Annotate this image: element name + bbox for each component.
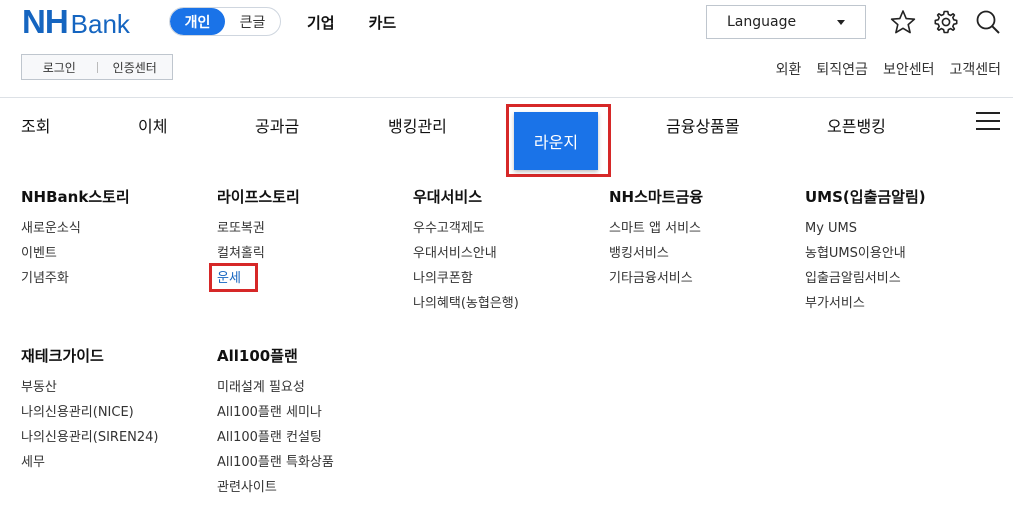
list-item[interactable]: 농협UMS이용안내 <box>805 241 926 266</box>
menu-heading[interactable]: 우대서비스 <box>413 187 519 207</box>
language-select[interactable]: Language <box>706 5 866 39</box>
menu-col-preferred-service: 우대서비스 우수고객제도 우대서비스안내 나의쿠폰함 나의혜택(농협은행) <box>413 187 519 316</box>
main-nav-financial-products[interactable]: 금융상품몰 <box>666 113 740 137</box>
gear-icon[interactable] <box>933 9 959 35</box>
list-item[interactable]: 관련사이트 <box>217 475 334 500</box>
list-item[interactable]: 기타금융서비스 <box>609 266 703 291</box>
list-item[interactable]: 미래설계 필요성 <box>217 375 334 400</box>
utility-forex[interactable]: 외환 <box>776 59 802 79</box>
menu-item-news[interactable]: 새로운소식 <box>21 216 130 241</box>
menu-item-coin[interactable]: 기념주화 <box>21 266 130 291</box>
menu-item-lotto[interactable]: 로또복권 <box>217 216 300 241</box>
menu-heading[interactable]: 재테크가이드 <box>21 346 159 366</box>
list-item[interactable]: 뱅킹서비스 <box>609 241 703 266</box>
utility-links: 외환 퇴직연금 보안센터 고객센터 <box>776 59 1001 79</box>
caret-down-icon <box>837 20 845 25</box>
language-label: Language <box>727 14 797 30</box>
utility-security-center[interactable]: 보안센터 <box>883 59 935 79</box>
utility-customer-center[interactable]: 고객센터 <box>949 59 1001 79</box>
main-nav-banking-management[interactable]: 뱅킹관리 <box>388 113 447 137</box>
main-nav-transfer[interactable]: 이체 <box>138 113 167 137</box>
utility-pension[interactable]: 퇴직연금 <box>816 59 868 79</box>
menu-col-ums: UMS(입출금알림) My UMS 농협UMS이용안내 입출금알림서비스 부가서… <box>805 187 926 316</box>
list-item[interactable]: 세무 <box>21 450 159 475</box>
auth-box: 로그인 인증센터 <box>21 54 173 80</box>
login-button[interactable]: 로그인 <box>22 59 97 76</box>
main-nav-open-banking[interactable]: 오픈뱅킹 <box>827 113 886 137</box>
list-item[interactable]: 우수고객제도 <box>413 216 519 241</box>
logo-bank: Bank <box>70 9 130 39</box>
menu-heading[interactable]: NHBank스토리 <box>21 187 130 207</box>
logo-nh: NH <box>22 3 69 40</box>
list-item[interactable]: 스마트 앱 서비스 <box>609 216 703 241</box>
top-nav-corporate[interactable]: 기업 <box>307 12 335 33</box>
list-item[interactable]: 부동산 <box>21 375 159 400</box>
menu-heading[interactable]: NH스마트금융 <box>609 187 703 207</box>
menu-col-nhbank-story: NHBank스토리 새로운소식 이벤트 기념주화 <box>21 187 130 291</box>
list-item[interactable]: My UMS <box>805 216 926 241</box>
menu-heading[interactable]: All100플랜 <box>217 346 334 366</box>
top-nav-card[interactable]: 카드 <box>369 12 397 33</box>
menu-col-smart-finance: NH스마트금융 스마트 앱 서비스 뱅킹서비스 기타금융서비스 <box>609 187 703 291</box>
main-nav-inquiry[interactable]: 조회 <box>21 113 50 137</box>
list-item[interactable]: 나의혜택(농협은행) <box>413 291 519 316</box>
hamburger-icon[interactable] <box>976 112 1000 132</box>
list-item[interactable]: 우대서비스안내 <box>413 241 519 266</box>
segment-personal[interactable]: 개인 <box>170 8 225 35</box>
list-item[interactable]: All100플랜 세미나 <box>217 400 334 425</box>
list-item[interactable]: 나의신용관리(SIREN24) <box>21 425 159 450</box>
nh-bank-logo[interactable]: NH Bank <box>22 3 130 40</box>
personal-largefont-toggle: 개인 큰글 <box>169 7 281 36</box>
list-item[interactable]: 입출금알림서비스 <box>805 266 926 291</box>
list-item[interactable]: 부가서비스 <box>805 291 926 316</box>
header-divider <box>0 97 1013 98</box>
main-nav-utility-bills[interactable]: 공과금 <box>255 113 299 137</box>
menu-col-finance-guide: 재테크가이드 부동산 나의신용관리(NICE) 나의신용관리(SIREN24) … <box>21 346 159 475</box>
list-item[interactable]: All100플랜 컨설팅 <box>217 425 334 450</box>
cert-center-button[interactable]: 인증센터 <box>98 59 173 76</box>
list-item[interactable]: All100플랜 특화상품 <box>217 450 334 475</box>
search-icon[interactable] <box>975 9 1001 35</box>
fortune-highlight-box <box>209 263 258 292</box>
list-item[interactable]: 나의쿠폰함 <box>413 266 519 291</box>
segment-large-font[interactable]: 큰글 <box>225 8 280 35</box>
menu-col-all100-plan: All100플랜 미래설계 필요성 All100플랜 세미나 All100플랜 … <box>217 346 334 500</box>
menu-heading[interactable]: 라이프스토리 <box>217 187 300 207</box>
star-icon[interactable] <box>890 9 916 35</box>
menu-item-event[interactable]: 이벤트 <box>21 241 130 266</box>
top-nav: 기업 카드 <box>307 12 396 33</box>
list-item[interactable]: 나의신용관리(NICE) <box>21 400 159 425</box>
menu-heading[interactable]: UMS(입출금알림) <box>805 187 926 207</box>
main-nav-lounge-active[interactable]: 라운지 <box>514 112 598 170</box>
